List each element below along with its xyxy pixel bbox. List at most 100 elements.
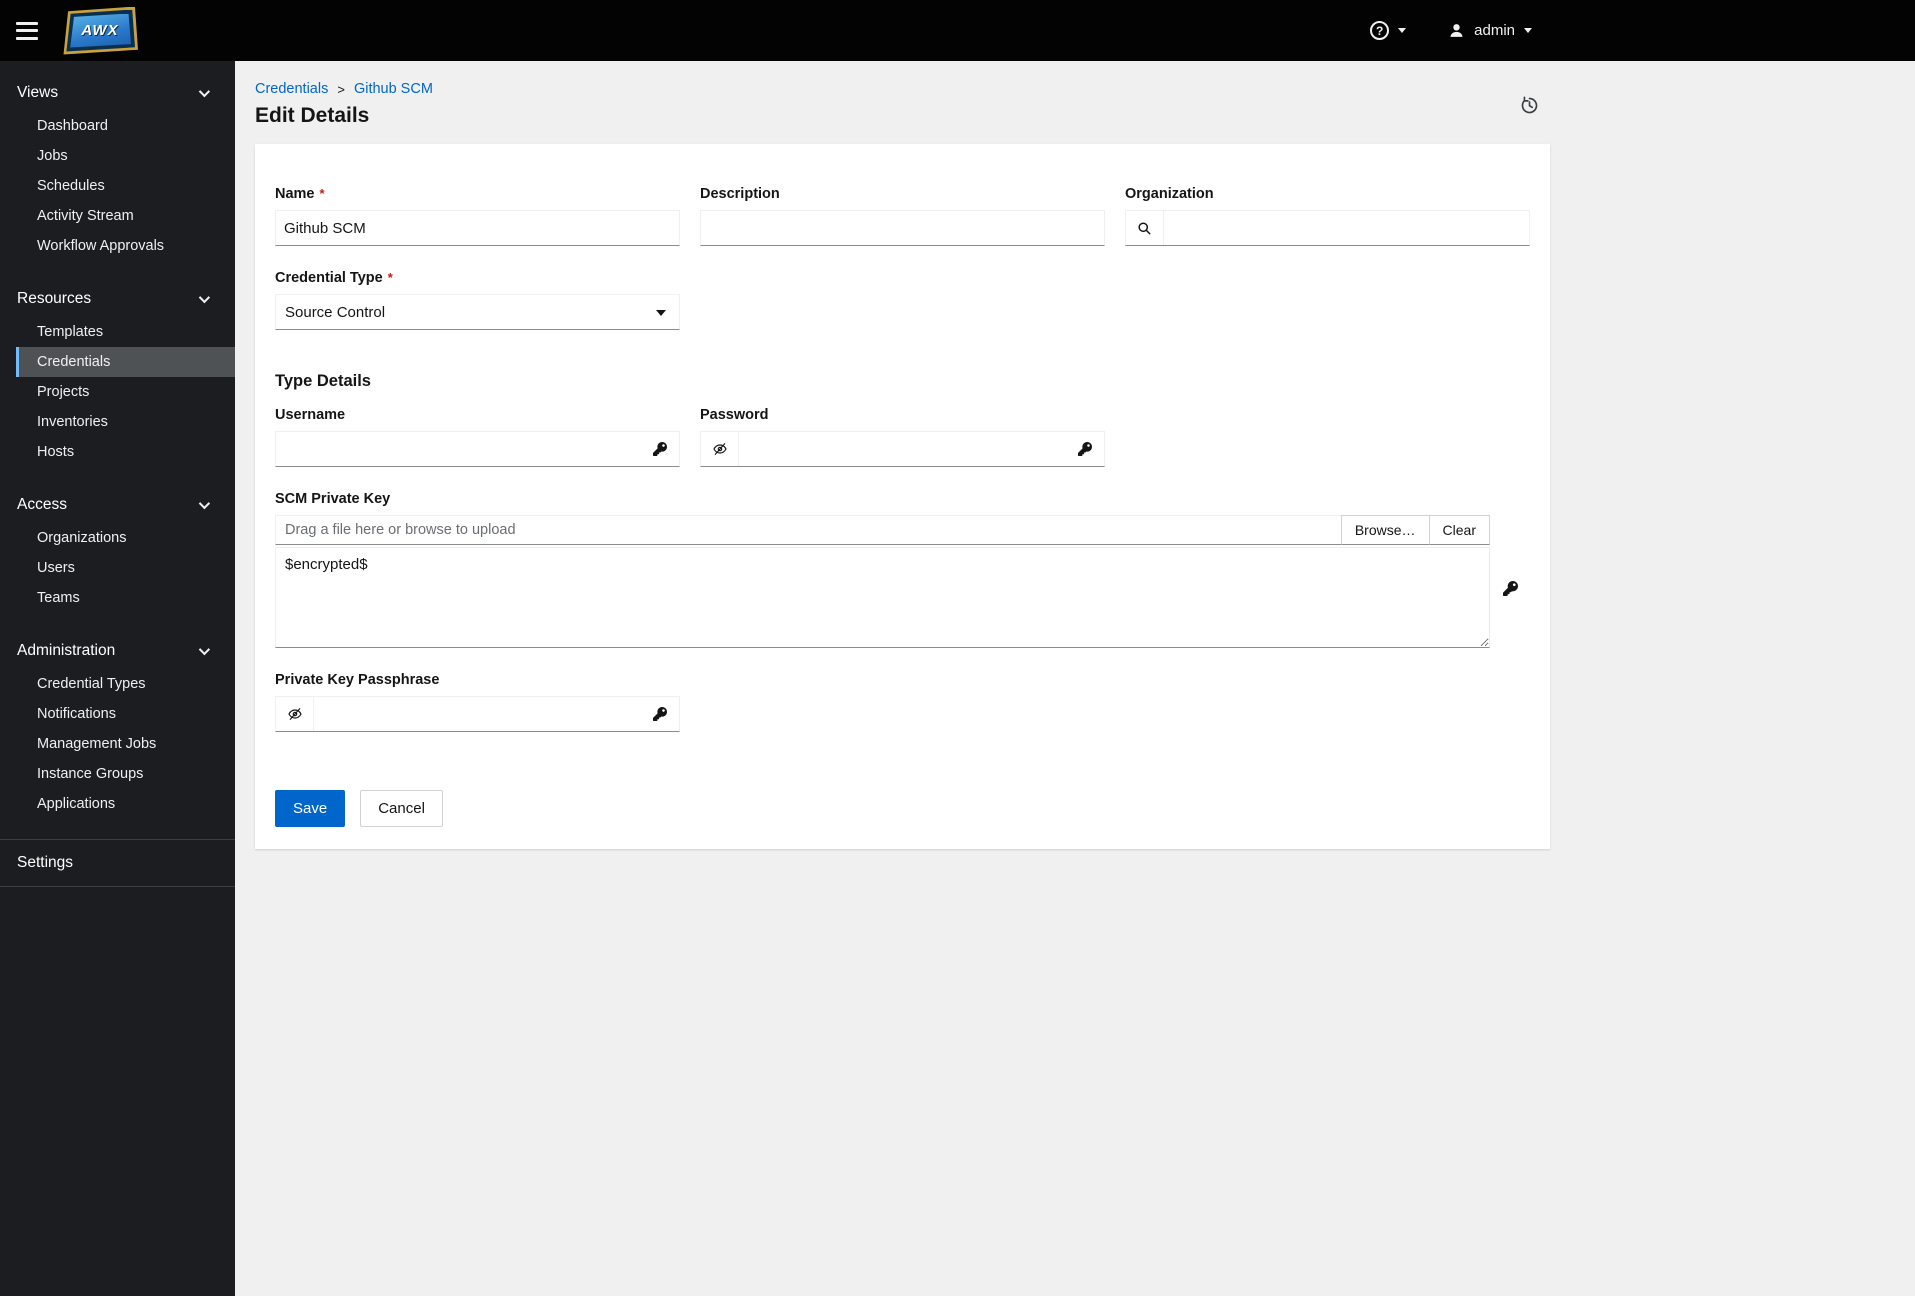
username-credential-lookup-key-icon[interactable]: [641, 432, 679, 466]
sidebar-item-instance-groups[interactable]: Instance Groups: [0, 759, 235, 789]
username-field-group: Username: [275, 407, 680, 467]
sidebar-item-dashboard[interactable]: Dashboard: [0, 111, 235, 141]
breadcrumb-separator: >: [337, 81, 345, 97]
breadcrumb-credentials-link[interactable]: Credentials: [255, 81, 328, 97]
organization-label: Organization: [1125, 186, 1214, 202]
sidebar-section-label: Administration: [17, 642, 116, 659]
password-field-group: Password: [700, 407, 1105, 467]
username-label: Username: [275, 407, 346, 423]
page-title: Edit Details: [255, 104, 370, 127]
name-input[interactable]: [275, 210, 680, 246]
chevron-down-icon: [1398, 28, 1407, 33]
user-name: admin: [1474, 22, 1515, 39]
description-input[interactable]: [700, 210, 1105, 246]
sidebar-item-projects[interactable]: Projects: [0, 377, 235, 407]
password-label: Password: [700, 407, 769, 423]
sidebar-section-administration-toggle[interactable]: Administration: [0, 633, 235, 669]
chevron-down-icon: [198, 85, 211, 98]
browse-button[interactable]: Browse…: [1340, 515, 1430, 545]
credential-type-selected-value: Source Control: [285, 303, 386, 321]
cancel-button[interactable]: Cancel: [360, 790, 443, 827]
credential-type-label: Credential Type: [275, 270, 383, 286]
description-label: Description: [700, 186, 780, 202]
scm-private-key-textarea[interactable]: $encrypted$: [275, 547, 1490, 648]
username-input[interactable]: [276, 432, 641, 466]
scm-private-key-label: SCM Private Key: [275, 491, 391, 507]
file-upload-row: Browse… Clear: [275, 515, 1490, 545]
awx-logo-badge: AWX: [63, 6, 138, 55]
organization-input[interactable]: [1164, 211, 1529, 245]
history-icon[interactable]: [1517, 93, 1542, 121]
awx-logo-text: AWX: [81, 22, 119, 39]
file-upload-input[interactable]: [275, 515, 1342, 545]
user-menu[interactable]: admin: [1442, 21, 1538, 40]
awx-logo[interactable]: AWX: [62, 6, 138, 55]
sidebar-item-credentials[interactable]: Credentials: [16, 347, 235, 377]
sidebar-section-views-toggle[interactable]: Views: [0, 75, 235, 111]
sidebar-item-jobs[interactable]: Jobs: [0, 141, 235, 171]
required-marker: *: [319, 186, 325, 201]
sidebar-item-activity-stream[interactable]: Activity Stream: [0, 201, 235, 231]
sidebar-section-access: Access Organizations Users Teams: [0, 487, 235, 613]
private-key-passphrase-input[interactable]: [314, 697, 641, 731]
passphrase-visibility-toggle-eye-slash-icon[interactable]: [276, 697, 314, 731]
top-bar: AWX ? admin: [0, 0, 1915, 61]
chevron-down-icon: [1524, 28, 1532, 33]
user-icon: [1448, 22, 1465, 39]
sidebar-item-teams[interactable]: Teams: [0, 583, 235, 613]
passphrase-credential-lookup-key-icon[interactable]: [641, 697, 679, 731]
credential-type-select[interactable]: Source Control: [275, 294, 680, 330]
name-field-group: Name *: [275, 186, 680, 246]
form-actions: Save Cancel: [275, 790, 1530, 827]
sidebar-section-resources-toggle[interactable]: Resources: [0, 281, 235, 317]
chevron-down-icon: [198, 291, 211, 304]
organization-field-group: Organization: [1125, 186, 1530, 246]
sidebar-section-resources: Resources Templates Credentials Projects…: [0, 281, 235, 467]
credential-type-field-group: Credential Type * Source Control: [275, 270, 1530, 330]
sidebar-item-credential-types[interactable]: Credential Types: [0, 669, 235, 699]
clear-button[interactable]: Clear: [1428, 515, 1490, 545]
sidebar-item-workflow-approvals[interactable]: Workflow Approvals: [0, 231, 235, 261]
scm-private-key-credential-lookup-key-icon[interactable]: [1499, 577, 1522, 600]
sidebar-item-templates[interactable]: Templates: [0, 317, 235, 347]
sidebar-item-schedules[interactable]: Schedules: [0, 171, 235, 201]
sidebar-item-inventories[interactable]: Inventories: [0, 407, 235, 437]
sidebar-section-label: Resources: [17, 290, 92, 307]
sidebar-item-settings[interactable]: Settings: [0, 840, 235, 886]
organization-search-icon[interactable]: [1126, 211, 1164, 245]
sidebar-item-notifications[interactable]: Notifications: [0, 699, 235, 729]
topbar-actions: ? admin: [1364, 0, 1538, 61]
type-details-heading: Type Details: [275, 372, 371, 390]
description-field-group: Description: [700, 186, 1105, 246]
sidebar-section-label: Access: [17, 496, 67, 513]
breadcrumb-credential-name-link[interactable]: Github SCM: [354, 81, 433, 97]
main-content: Credentials > Github SCM Edit Details Na…: [235, 61, 1915, 1296]
help-menu[interactable]: ?: [1364, 20, 1412, 41]
password-credential-lookup-key-icon[interactable]: [1066, 432, 1104, 466]
sidebar-section-label: Views: [17, 84, 59, 101]
password-input[interactable]: [739, 432, 1066, 466]
save-button[interactable]: Save: [275, 790, 346, 827]
sidebar-item-organizations[interactable]: Organizations: [0, 523, 235, 553]
nav-toggle-icon[interactable]: [16, 21, 42, 41]
sidebar-section-administration: Administration Credential Types Notifica…: [0, 633, 235, 819]
sidebar-item-users[interactable]: Users: [0, 553, 235, 583]
sidebar-divider: [0, 886, 235, 887]
edit-details-card: Name * Description Organization: [255, 144, 1550, 849]
breadcrumb: Credentials > Github SCM: [255, 81, 1550, 97]
sidebar-item-management-jobs[interactable]: Management Jobs: [0, 729, 235, 759]
sidebar-section-access-toggle[interactable]: Access: [0, 487, 235, 523]
private-key-passphrase-label: Private Key Passphrase: [275, 672, 440, 688]
required-marker: *: [387, 270, 393, 285]
private-key-passphrase-field-group: Private Key Passphrase: [275, 672, 1530, 732]
sidebar-section-views: Views Dashboard Jobs Schedules Activity …: [0, 75, 235, 261]
content-header: Credentials > Github SCM Edit Details: [255, 81, 1550, 128]
name-label: Name: [275, 186, 315, 202]
chevron-down-icon: [655, 310, 666, 316]
password-visibility-toggle-eye-slash-icon[interactable]: [701, 432, 739, 466]
sidebar-item-applications[interactable]: Applications: [0, 789, 235, 819]
sidebar-item-hosts[interactable]: Hosts: [0, 437, 235, 467]
chevron-down-icon: [198, 643, 211, 656]
sidebar: Views Dashboard Jobs Schedules Activity …: [0, 61, 235, 1296]
help-icon: ?: [1370, 21, 1390, 40]
